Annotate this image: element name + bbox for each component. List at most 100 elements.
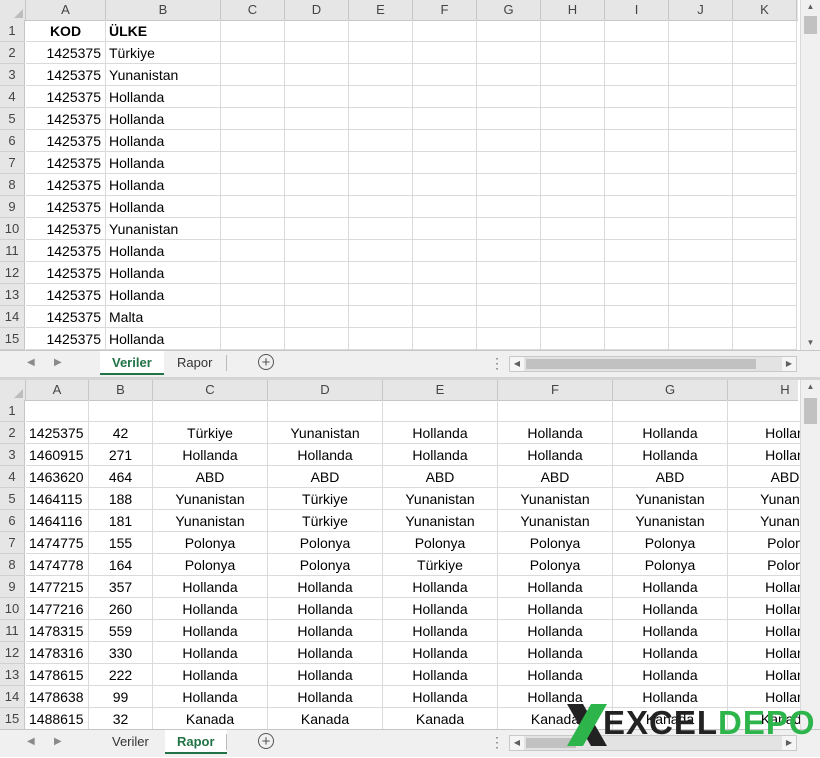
cell-a2[interactable]: 1425375 [26, 42, 106, 64]
cell-d12[interactable] [285, 262, 349, 284]
cell-a8[interactable]: 1474778 [26, 554, 89, 576]
cell-j13[interactable] [669, 284, 733, 306]
cell-k3[interactable] [733, 64, 797, 86]
cell-c9[interactable] [221, 196, 285, 218]
cell-e3[interactable] [349, 64, 413, 86]
row-header-11[interactable]: 11 [0, 240, 25, 262]
cell-b5[interactable]: 188 [89, 488, 153, 510]
plus-circle-icon[interactable]: + [258, 354, 274, 370]
cell-i2[interactable] [605, 42, 669, 64]
cell-j8[interactable] [669, 174, 733, 196]
cell-a4[interactable]: 1425375 [26, 86, 106, 108]
cell-i4[interactable] [605, 86, 669, 108]
cell-h15[interactable] [541, 328, 605, 350]
cell-f5[interactable]: Yunanistan [498, 488, 613, 510]
cell-e7[interactable]: Polonya [383, 532, 498, 554]
cell-d5[interactable] [285, 108, 349, 130]
cell-f9[interactable]: Hollanda [498, 576, 613, 598]
cell-a15[interactable]: 1488615 [26, 708, 89, 729]
cell-h2[interactable] [541, 42, 605, 64]
cell-d12[interactable]: Hollanda [268, 642, 383, 664]
cell-g4[interactable]: ABD [613, 466, 728, 488]
cell-k5[interactable] [733, 108, 797, 130]
cell-d7[interactable] [285, 152, 349, 174]
cell-b7[interactable]: 155 [89, 532, 153, 554]
cell-g9[interactable] [477, 196, 541, 218]
cell-g6[interactable] [477, 130, 541, 152]
cell-a6[interactable]: 1464116 [26, 510, 89, 532]
vertical-dots-icon[interactable]: ⋮ [490, 355, 504, 372]
cell-d15[interactable] [285, 328, 349, 350]
cell-e11[interactable]: Hollanda [383, 620, 498, 642]
row-header-15[interactable]: 15 [0, 708, 25, 729]
cell-b4[interactable]: 464 [89, 466, 153, 488]
cell-h7[interactable] [541, 152, 605, 174]
cell-c15[interactable]: Kanada [153, 708, 268, 729]
cell-e5[interactable]: Yunanistan [383, 488, 498, 510]
row-header-1[interactable]: 1 [0, 400, 25, 422]
cell-c10[interactable] [221, 218, 285, 240]
cell-f8[interactable] [413, 174, 477, 196]
cell-e14[interactable]: Hollanda [383, 686, 498, 708]
cell-a3[interactable]: 1425375 [26, 64, 106, 86]
cell-c1[interactable] [221, 20, 285, 42]
column-header-g[interactable]: G [477, 0, 541, 20]
cell-d4[interactable]: ABD [268, 466, 383, 488]
cell-a4[interactable]: 1463620 [26, 466, 89, 488]
cell-g8[interactable] [477, 174, 541, 196]
cell-k8[interactable] [733, 174, 797, 196]
cell-d13[interactable] [285, 284, 349, 306]
cell-c12[interactable] [221, 262, 285, 284]
cell-g7[interactable] [477, 152, 541, 174]
cell-e2[interactable]: Hollanda [383, 422, 498, 444]
column-header-b[interactable]: B [106, 0, 221, 20]
row-header-13[interactable]: 13 [0, 284, 25, 306]
cell-h4[interactable] [541, 86, 605, 108]
triangle-left-icon[interactable]: ◀ [27, 736, 35, 747]
cell-c14[interactable] [221, 306, 285, 328]
cell-b1[interactable] [89, 400, 153, 422]
cell-c13[interactable]: Hollanda [153, 664, 268, 686]
cell-f9[interactable] [413, 196, 477, 218]
cell-g8[interactable]: Polonya [613, 554, 728, 576]
top-horizontal-scrollbar[interactable]: ◀ ▶ [509, 356, 797, 372]
cell-b1[interactable]: ÜLKE [106, 20, 221, 42]
cell-b9[interactable]: 357 [89, 576, 153, 598]
cell-f12[interactable] [413, 262, 477, 284]
cell-j10[interactable] [669, 218, 733, 240]
cell-c4[interactable] [221, 86, 285, 108]
column-header-d[interactable]: D [268, 380, 383, 400]
cell-d15[interactable]: Kanada [268, 708, 383, 729]
row-header-6[interactable]: 6 [0, 510, 25, 532]
row-header-2[interactable]: 2 [0, 42, 25, 64]
cell-b14[interactable]: Malta [106, 306, 221, 328]
tab-rapor[interactable]: Rapor [165, 730, 227, 754]
bottom-vertical-scrollbar[interactable]: ▲ ▼ [800, 380, 820, 729]
row-header-4[interactable]: 4 [0, 466, 25, 488]
cell-c12[interactable]: Hollanda [153, 642, 268, 664]
cell-g10[interactable]: Hollanda [613, 598, 728, 620]
cell-i6[interactable] [605, 130, 669, 152]
cell-f13[interactable]: Hollanda [498, 664, 613, 686]
cell-b12[interactable]: 330 [89, 642, 153, 664]
cell-a12[interactable]: 1425375 [26, 262, 106, 284]
column-header-i[interactable]: I [605, 0, 669, 20]
cell-f3[interactable] [413, 64, 477, 86]
cell-c3[interactable] [221, 64, 285, 86]
cell-d10[interactable]: Hollanda [268, 598, 383, 620]
tab-veriler[interactable]: Veriler [100, 351, 164, 375]
cell-a9[interactable]: 1425375 [26, 196, 106, 218]
cell-b15[interactable]: Hollanda [106, 328, 221, 350]
cell-i5[interactable] [605, 108, 669, 130]
column-header-c[interactable]: C [153, 380, 268, 400]
cell-g11[interactable] [477, 240, 541, 262]
cell-b6[interactable]: Hollanda [106, 130, 221, 152]
cell-c7[interactable] [221, 152, 285, 174]
cell-a10[interactable]: 1477216 [26, 598, 89, 620]
cell-e8[interactable]: Türkiye [383, 554, 498, 576]
cell-a11[interactable]: 1478315 [26, 620, 89, 642]
cell-j9[interactable] [669, 196, 733, 218]
cell-a13[interactable]: 1425375 [26, 284, 106, 306]
cell-b8[interactable]: 164 [89, 554, 153, 576]
cell-e10[interactable]: Hollanda [383, 598, 498, 620]
